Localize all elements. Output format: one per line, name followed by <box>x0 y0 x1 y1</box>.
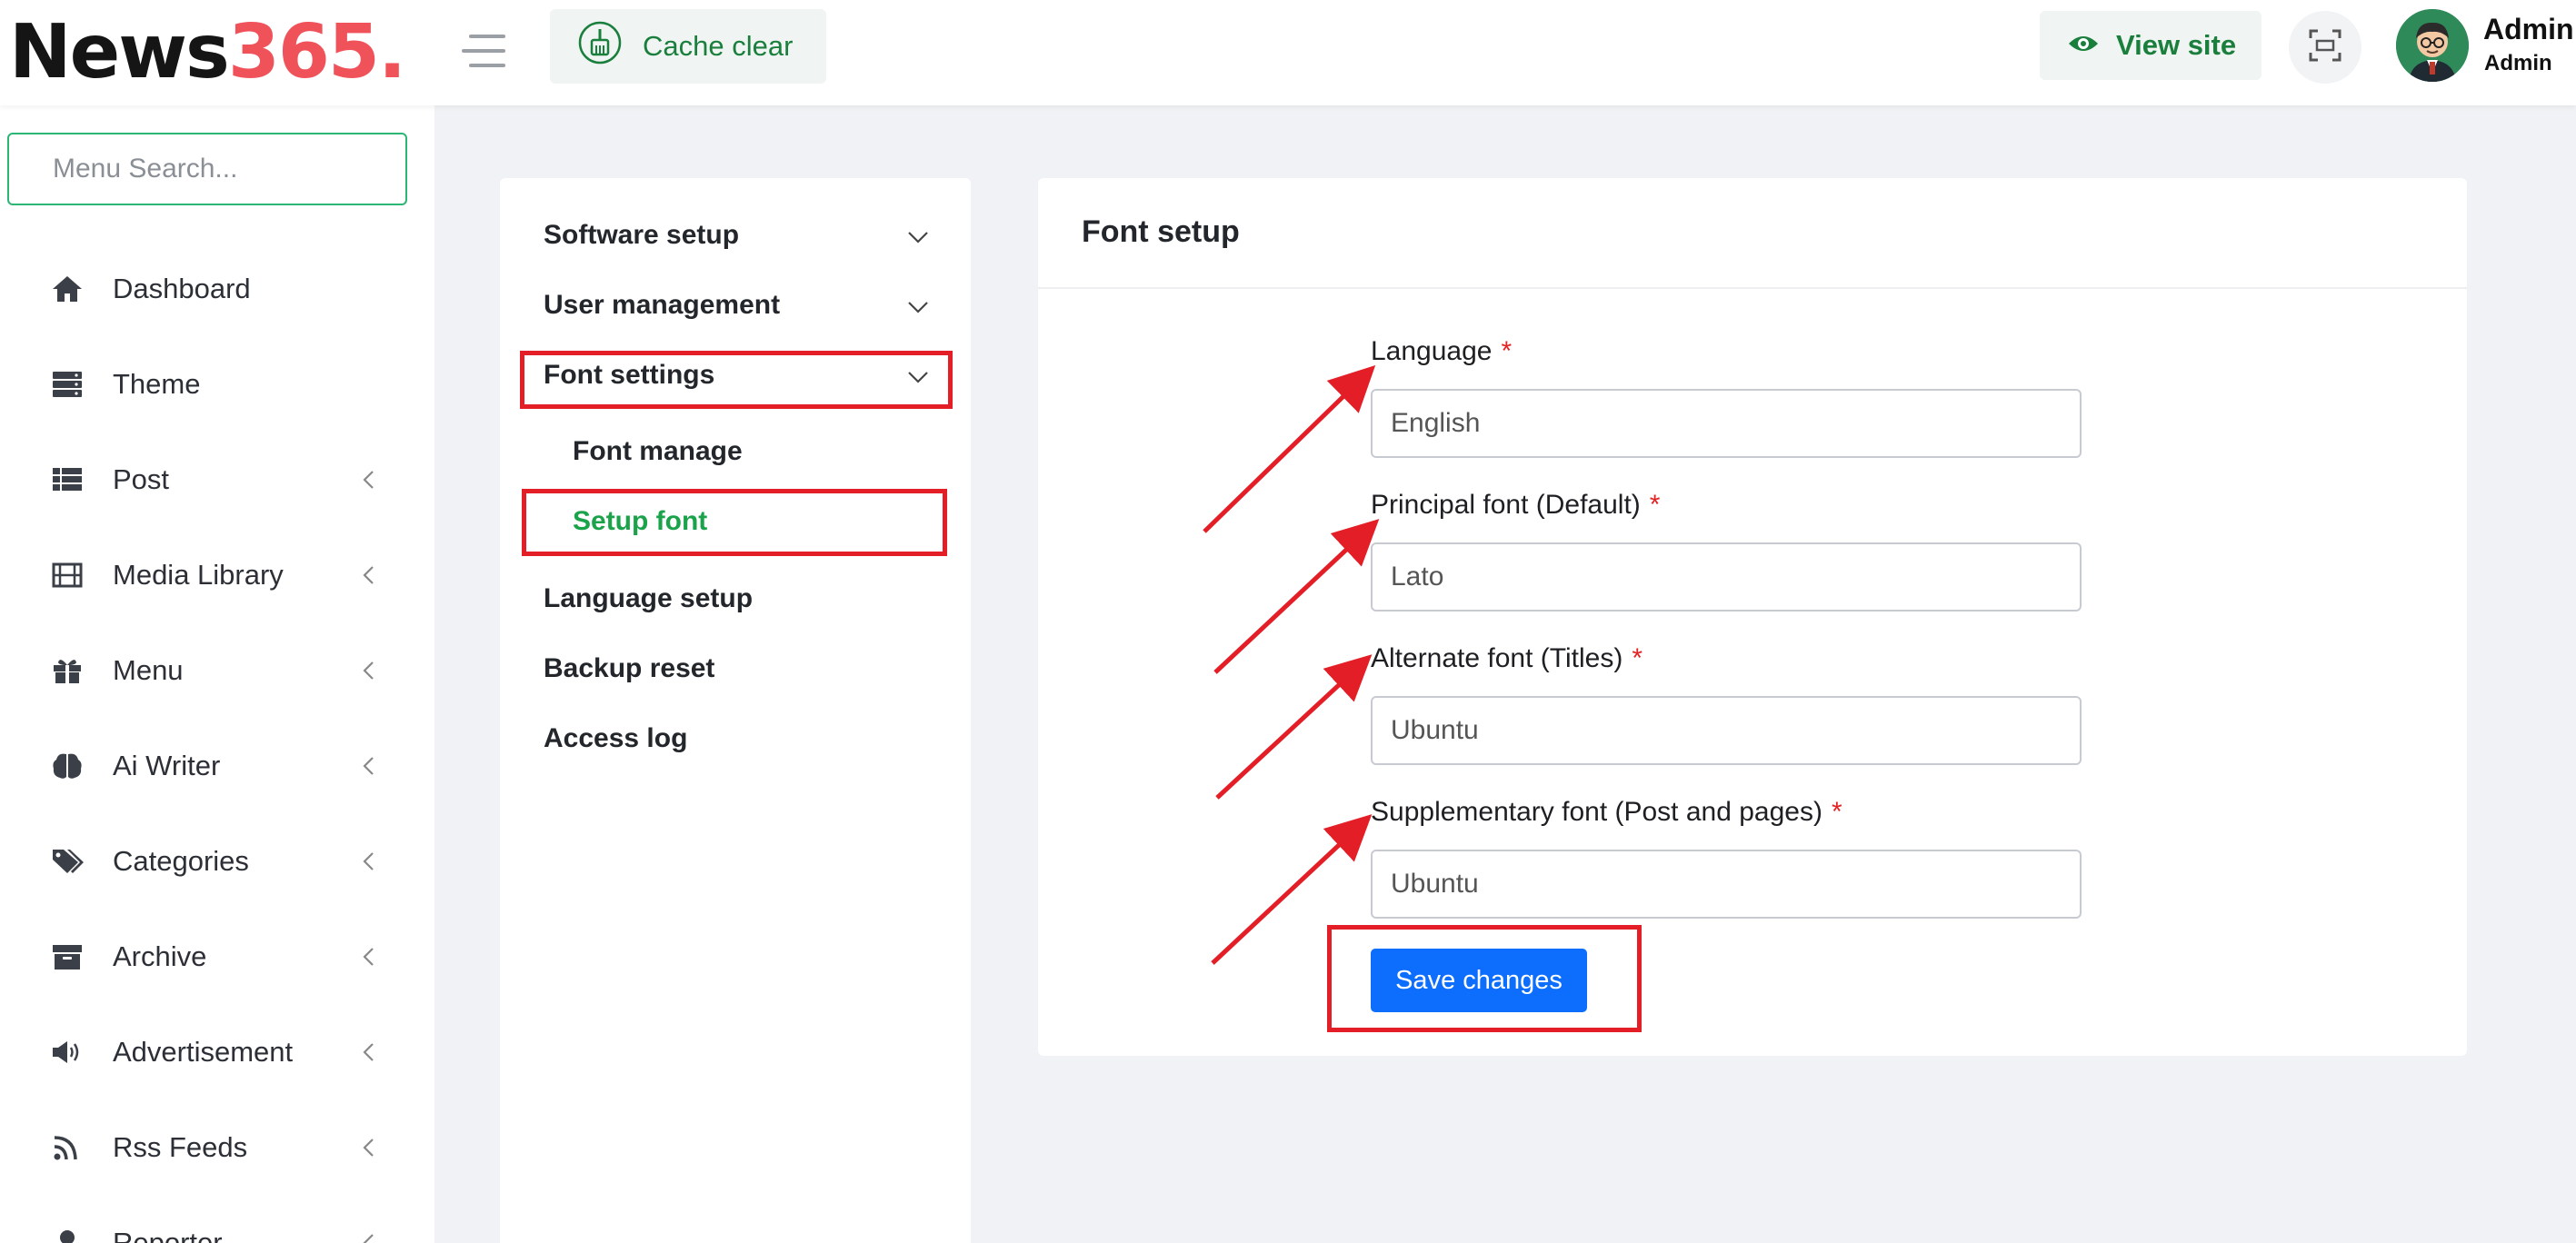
settings-subitem-font-manage[interactable]: Font manage <box>573 436 743 467</box>
settings-item-access-log[interactable]: Access log <box>544 723 687 754</box>
chevron-left-icon <box>360 1232 378 1243</box>
home-icon <box>51 274 84 303</box>
alternate-font-label: Alternate font (Titles) * <box>1371 643 1643 673</box>
chevron-left-icon <box>360 1137 378 1158</box>
user-icon <box>51 1228 84 1243</box>
top-bar: News 365. Cache clear View site Admin Ad… <box>0 0 2576 105</box>
cache-clear-button[interactable]: Cache clear <box>550 9 826 84</box>
settings-item-language-setup[interactable]: Language setup <box>544 583 753 614</box>
settings-item-backup-reset[interactable]: Backup reset <box>544 653 714 684</box>
card-title: Font setup <box>1082 214 1240 249</box>
sidebar: Dashboard Theme Post Media Library Menu … <box>0 105 434 1243</box>
film-icon <box>51 561 84 590</box>
sidebar-item-label: Menu <box>113 654 184 686</box>
settings-menu-panel: Software setup User management Font sett… <box>500 178 971 1243</box>
sidebar-item-dashboard[interactable]: Dashboard <box>0 257 434 321</box>
sidebar-item-label: Media Library <box>113 559 284 591</box>
rss-icon <box>51 1133 84 1162</box>
chevron-left-icon <box>360 564 378 586</box>
settings-subitem-setup-font[interactable]: Setup font <box>573 506 707 537</box>
brand-logo[interactable]: News 365. <box>0 0 434 105</box>
principal-font-label: Principal font (Default) * <box>1371 490 1661 520</box>
settings-item-user-management[interactable]: User management <box>544 290 780 321</box>
user-name[interactable]: Admin <box>2483 13 2574 46</box>
user-role: Admin <box>2484 51 2552 75</box>
broom-icon <box>577 20 623 73</box>
sidebar-item-label: Categories <box>113 845 249 877</box>
settings-item-font-settings[interactable]: Font settings <box>544 360 714 391</box>
sidebar-item-label: Advertisement <box>113 1036 294 1068</box>
required-mark: * <box>1632 643 1643 673</box>
chevron-down-icon[interactable] <box>905 229 931 245</box>
sidebar-item-categories[interactable]: Categories <box>0 830 434 893</box>
server-icon <box>51 370 84 399</box>
supplementary-font-field[interactable] <box>1371 850 2082 919</box>
fullscreen-button[interactable] <box>2289 11 2361 84</box>
sidebar-item-label: Dashboard <box>113 273 251 304</box>
save-changes-button[interactable]: Save changes <box>1371 949 1587 1012</box>
fullscreen-icon <box>2309 29 2341 66</box>
sidebar-item-menu[interactable]: Menu <box>0 639 434 702</box>
chevron-left-icon <box>360 755 378 777</box>
sidebar-toggle-icon[interactable] <box>462 33 509 69</box>
sidebar-item-media-library[interactable]: Media Library <box>0 543 434 607</box>
sidebar-item-post[interactable]: Post <box>0 448 434 512</box>
language-field[interactable] <box>1371 389 2082 458</box>
sidebar-item-label: Ai Writer <box>113 750 221 781</box>
sidebar-item-theme[interactable]: Theme <box>0 353 434 416</box>
sidebar-item-reporter[interactable]: Reporter <box>0 1211 434 1243</box>
sidebar-item-advertisement[interactable]: Advertisement <box>0 1020 434 1084</box>
menu-search-input[interactable] <box>7 133 407 205</box>
sidebar-item-archive[interactable]: Archive <box>0 925 434 989</box>
font-setup-card: Font setup Language* Principal font (Def… <box>1038 178 2467 1056</box>
megaphone-icon <box>51 1038 84 1067</box>
view-site-label: View site <box>2116 29 2237 61</box>
archive-icon <box>51 942 84 971</box>
alternate-font-field[interactable] <box>1371 696 2082 765</box>
chevron-left-icon <box>360 660 378 681</box>
chevron-left-icon <box>360 850 378 872</box>
chevron-left-icon <box>360 469 378 491</box>
sidebar-item-label: Post <box>113 463 170 495</box>
avatar[interactable] <box>2396 9 2469 82</box>
brain-icon <box>51 751 84 781</box>
sidebar-item-label: Rss Feeds <box>113 1131 248 1163</box>
sidebar-item-label: Theme <box>113 368 201 400</box>
settings-item-software-setup[interactable]: Software setup <box>544 220 739 251</box>
view-site-button[interactable]: View site <box>2040 11 2261 80</box>
gift-icon <box>51 656 84 685</box>
brand-number: 365. <box>227 9 406 95</box>
chevron-left-icon <box>360 946 378 968</box>
required-mark: * <box>1649 490 1661 520</box>
list-icon <box>51 465 84 494</box>
language-label: Language * <box>1371 336 1513 366</box>
principal-font-field[interactable] <box>1371 542 2082 612</box>
chevron-down-icon[interactable] <box>905 369 931 385</box>
card-divider <box>1038 287 2467 289</box>
sidebar-item-ai-writer[interactable]: Ai Writer <box>0 734 434 798</box>
sidebar-item-rss-feeds[interactable]: Rss Feeds <box>0 1116 434 1179</box>
chevron-left-icon <box>360 1041 378 1063</box>
tags-icon <box>51 847 84 876</box>
chevron-down-icon[interactable] <box>905 299 931 315</box>
brand-name: News <box>9 9 230 95</box>
required-mark: * <box>1501 336 1513 366</box>
required-mark: * <box>1831 797 1842 827</box>
sidebar-item-label: Reporter <box>113 1227 223 1243</box>
eye-icon <box>2067 29 2100 62</box>
cache-clear-label: Cache clear <box>643 30 794 62</box>
supplementary-font-label: Supplementary font (Post and pages) * <box>1371 797 1842 827</box>
sidebar-item-label: Archive <box>113 940 207 972</box>
